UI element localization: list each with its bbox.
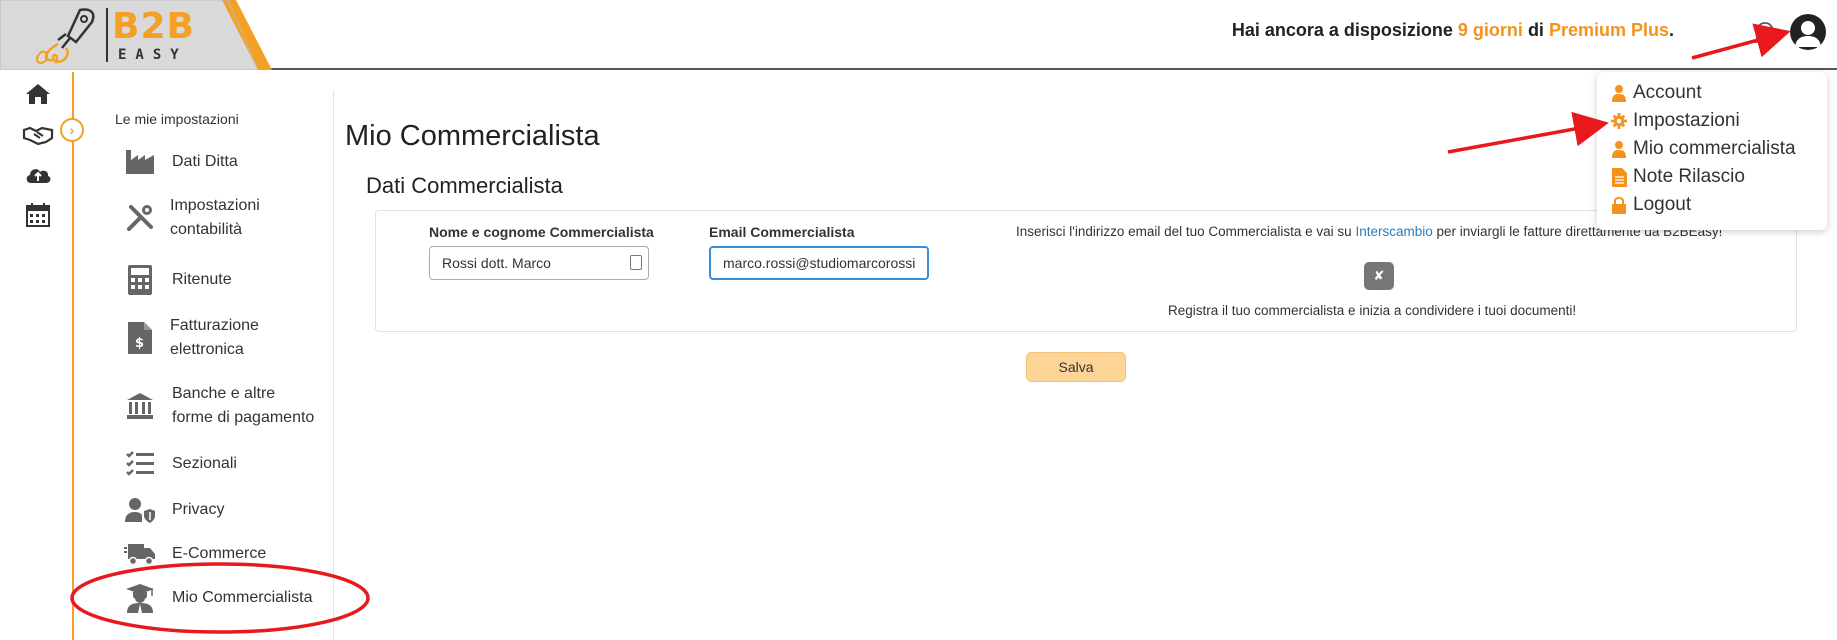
section-title: Dati Commercialista [366,173,563,198]
accountant-email-input[interactable] [709,246,929,280]
register-text: Registra il tuo commercialista e inizia … [1168,303,1577,318]
label-line-2: elettronica [170,341,244,358]
interscambio-link[interactable]: Interscambio [1355,224,1432,239]
info-prefix: Inserisci l'indirizzo email del tuo Comm… [1016,224,1356,239]
checklist-icon [120,446,160,482]
submenu-item-label: Sezionali [172,455,237,472]
submenu-item-label: E-Commerce [172,545,267,562]
submenu-item-label: Banche e altre forme di pagamento [172,382,314,430]
calculator-icon [120,262,160,298]
gear-icon [1611,111,1627,131]
svg-text:$: $ [135,336,144,351]
contact-card-icon [630,255,642,270]
dropdown-item-label: Logout [1633,194,1692,215]
user-icon [1795,21,1821,47]
user-icon [1611,139,1627,159]
label-line-1: Fatturazione [170,317,259,334]
submenu-title: Le mie impostazioni [115,111,239,127]
dropdown-item-mio-commercialista[interactable]: Mio commercialista [1611,138,1796,160]
submenu-item-sezionali[interactable]: Sezionali [120,446,237,482]
invoice-icon: $ [120,320,160,356]
bell-icon[interactable] [1752,20,1778,48]
user-avatar-button[interactable] [1790,14,1826,50]
top-header: B2B EASY Hai ancora a disposizione 9 gio… [0,0,1837,70]
submenu-item-fatturazione-elettronica[interactable]: $ Fatturazione elettronica [120,314,259,362]
submenu-item-label: Privacy [172,501,225,518]
remove-button[interactable]: ✘ [1364,262,1394,290]
document-icon [1611,167,1627,187]
factory-icon [120,144,160,180]
dropdown-item-logout[interactable]: Logout [1611,194,1691,216]
label-line-1: Banche e altre [172,385,276,402]
email-field-label: Email Commercialista [709,224,855,240]
submenu-item-ritenute[interactable]: Ritenute [120,262,232,298]
lock-icon [1611,195,1627,215]
submenu-item-e-commerce[interactable]: E-Commerce [120,536,266,572]
bank-icon [120,388,160,424]
logo[interactable]: B2B EASY [0,0,280,70]
submenu-item-label: Ritenute [172,271,232,288]
logo-text: B2B [112,6,195,47]
submenu-item-label: Mio Commercialista [172,589,313,606]
save-button[interactable]: Salva [1026,352,1126,382]
dropdown-item-impostazioni[interactable]: Impostazioni [1611,110,1740,132]
home-icon[interactable] [24,81,52,107]
label-line-2: contabilità [170,221,243,238]
user-shield-icon [120,492,160,528]
submenu-item-label: Dati Ditta [172,153,238,170]
trial-plan: Premium Plus [1548,20,1669,40]
logo-subtext: EASY [118,47,188,63]
submenu-item-banche[interactable]: Banche e altre forme di pagamento [120,382,314,430]
trial-days: 9 giorni [1457,20,1523,40]
dropdown-item-label: Note Rilascio [1633,166,1745,187]
calendar-icon[interactable] [24,202,52,228]
submenu-item-label: Impostazioni contabilità [170,194,260,242]
dropdown-item-note-rilascio[interactable]: Note Rilascio [1611,166,1745,188]
trial-prefix: Hai ancora a disposizione [1231,20,1458,40]
icon-rail [0,72,72,640]
page-title: Mio Commercialista [345,120,600,152]
submenu-divider [333,90,334,640]
submenu-item-label: Fatturazione elettronica [170,314,259,362]
trial-notice: Hai ancora a disposizione 9 giorni di Pr… [1232,20,1674,41]
label-line-1: Impostazioni [170,197,260,214]
trial-mid: di [1522,20,1549,40]
user-dropdown-menu: Account Impostazioni Mio commercialista … [1597,72,1827,230]
submenu-item-dati-ditta[interactable]: Dati Ditta [120,144,238,180]
graduate-icon [120,580,160,616]
trial-suffix: . [1668,20,1674,40]
shipping-truck-icon [120,536,160,572]
submenu-item-mio-commercialista[interactable]: Mio Commercialista [120,580,312,616]
name-field-label: Nome e cognome Commercialista [429,224,654,240]
accountant-name-input[interactable] [429,246,649,280]
submenu-item-impostazioni-contabilita[interactable]: Impostazioni contabilità [120,194,260,242]
close-icon: ✘ [1373,268,1385,283]
dropdown-item-account[interactable]: Account [1611,82,1702,104]
user-icon [1611,83,1627,103]
cloud-upload-icon[interactable] [24,162,52,188]
dropdown-item-label: Account [1633,82,1702,103]
dropdown-item-label: Mio commercialista [1633,138,1796,159]
logo-divider [106,8,108,62]
handshake-icon[interactable] [22,122,54,148]
dropdown-item-label: Impostazioni [1633,110,1740,131]
tools-icon [120,200,160,236]
label-line-2: forme di pagamento [172,409,315,426]
annotation-arrow-impostazioni [1447,111,1609,154]
rocket-icon [36,8,95,64]
submenu-item-privacy[interactable]: Privacy [120,492,224,528]
